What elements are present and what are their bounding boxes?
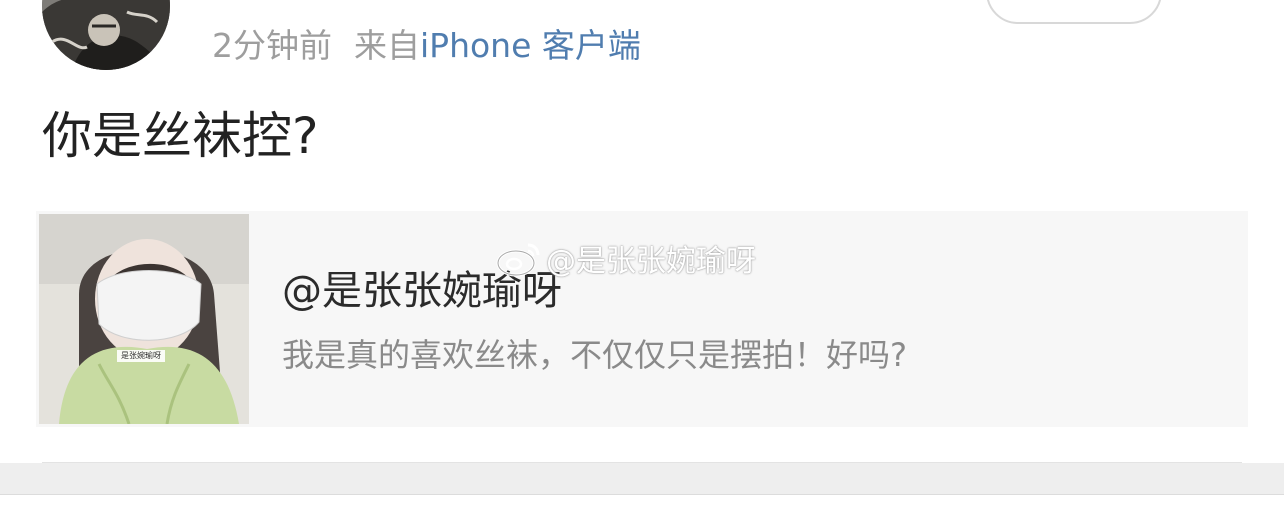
thumbnail-caption: 是张婉瑜呀	[121, 351, 161, 360]
post-meta: 2分钟前 来自iPhone 客户端	[212, 26, 641, 66]
card-thumbnail: 是张婉瑜呀	[39, 214, 249, 424]
user-avatar[interactable]	[42, 0, 170, 70]
source-prefix: 来自	[354, 26, 420, 65]
username-clipped-glyphs	[212, 0, 672, 7]
section-separator	[0, 463, 1284, 495]
card-description: 我是真的喜欢丝袜，不仅仅只是摆拍！好吗?	[282, 336, 907, 374]
card-thumbnail-image	[39, 214, 249, 424]
avatar-image	[42, 0, 170, 70]
source-link[interactable]: iPhone 客户端	[420, 26, 641, 65]
follow-button[interactable]	[986, 0, 1162, 24]
post-time: 2分钟前	[212, 26, 332, 65]
weibo-logo-icon	[496, 243, 540, 277]
weibo-watermark: @是张张婉瑜呀	[496, 236, 756, 280]
post-text: 你是丝袜控?	[42, 107, 319, 165]
watermark-text: @是张张婉瑜呀	[546, 244, 756, 279]
username-clipped[interactable]	[212, 0, 672, 14]
